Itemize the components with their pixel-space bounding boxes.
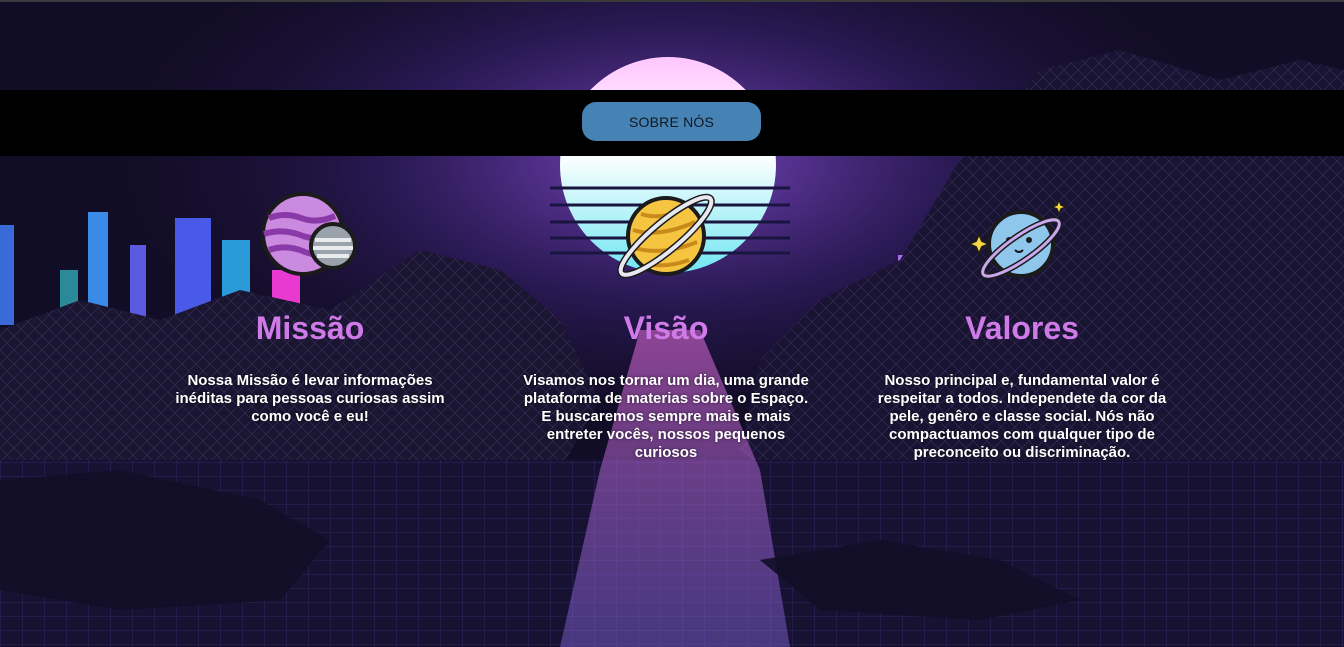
values-card: Valores Nosso principal e, fundamental v… — [872, 190, 1172, 462]
about-us-button[interactable]: SOBRE NÓS — [582, 102, 761, 141]
mission-card: Missão Nossa Missão é levar informações … — [160, 190, 460, 426]
vision-title: Visão — [623, 310, 709, 346]
values-text: Nosso principal e, fundamental valor é r… — [877, 372, 1167, 461]
mission-title: Missão — [255, 310, 365, 346]
vision-card: Visão Visamos nos tornar um dia, uma gra… — [516, 190, 816, 462]
window-top-border — [0, 0, 1344, 2]
vision-text: Visamos nos tornar um dia, uma grande pl… — [523, 372, 809, 461]
striped-planet-icon — [261, 192, 357, 276]
values-title: Valores — [965, 310, 1079, 346]
navbar: SOBRE NÓS — [0, 90, 1344, 156]
ringed-planet-icon — [617, 193, 715, 279]
mission-text: Nossa Missão é levar informações inédita… — [175, 372, 445, 425]
cute-planet-icon — [967, 197, 1069, 280]
